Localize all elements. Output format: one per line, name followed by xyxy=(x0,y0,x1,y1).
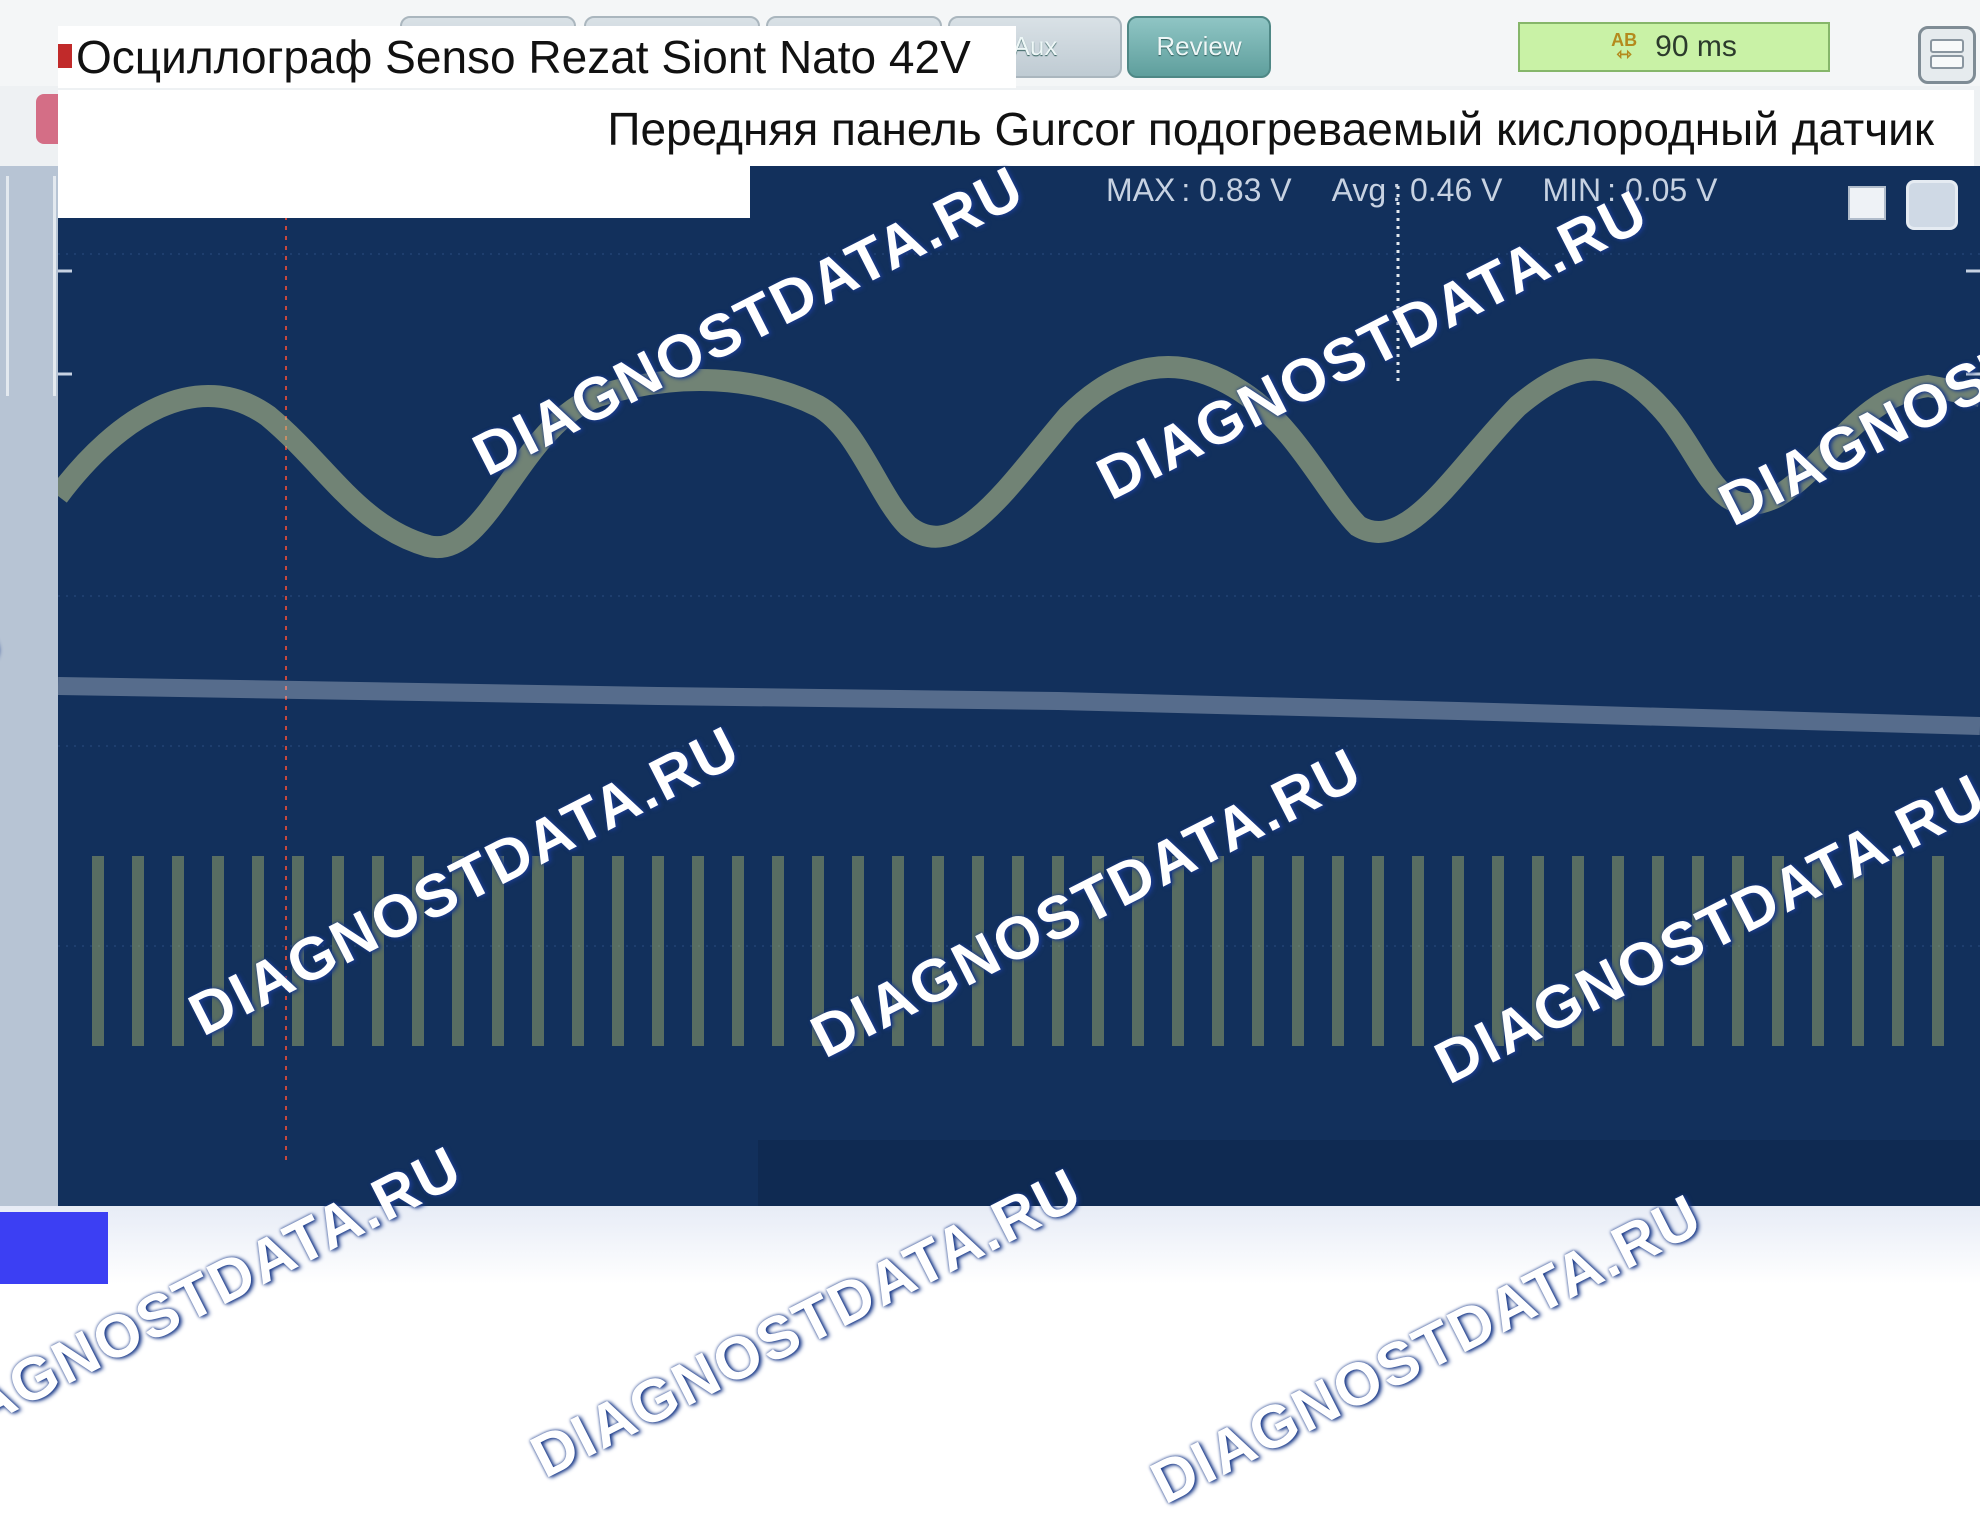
white-panel xyxy=(58,166,750,218)
max-label: MAX xyxy=(1106,172,1176,208)
page-subtitle: Передняя панель Gurcor подогреваемый кис… xyxy=(607,103,1934,155)
bottom-left-button[interactable] xyxy=(0,1212,108,1284)
avg-label: Avg xyxy=(1331,172,1387,208)
max-readout: MAX: 0.83 V xyxy=(1100,172,1292,209)
app-logo-icon xyxy=(58,44,72,68)
reference-trace xyxy=(58,677,1980,735)
review-button[interactable]: Review xyxy=(1127,16,1271,78)
fullscreen-icon[interactable] xyxy=(1906,180,1958,230)
scope-traces xyxy=(58,186,1980,1166)
grid xyxy=(58,253,1980,947)
review-label: Review xyxy=(1156,31,1242,61)
timebase-display[interactable]: AB ⇿ 90 ms xyxy=(1518,22,1830,72)
scrollbar-thumb[interactable] xyxy=(6,176,56,396)
timebase-value: 90 ms xyxy=(1655,30,1737,63)
ab-cursor-icon: AB ⇿ xyxy=(1611,30,1638,64)
checkbox[interactable] xyxy=(1848,186,1886,220)
avg-readout: Avg: 0.46 V xyxy=(1326,172,1503,209)
axis-ticks xyxy=(58,269,1980,376)
oxygen-sensor-trace xyxy=(58,356,1980,559)
ab-cursor-label: AB xyxy=(1611,30,1638,50)
max-value: : 0.83 V xyxy=(1181,172,1292,208)
menu-icon[interactable] xyxy=(1918,26,1976,84)
page-title: Осциллограф Senso Rezat Siont Nato 42V xyxy=(76,31,971,83)
lower-trace-band xyxy=(758,1140,1980,1206)
avg-value: : 0.46 V xyxy=(1392,172,1503,208)
